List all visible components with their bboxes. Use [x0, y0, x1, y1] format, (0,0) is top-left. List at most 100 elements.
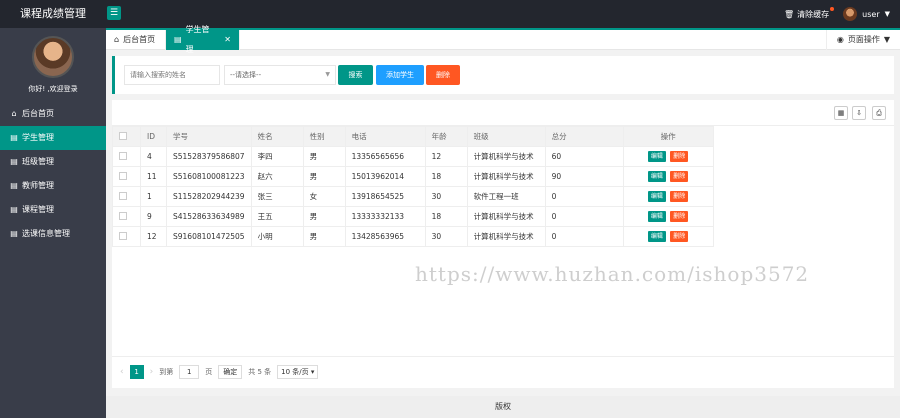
cell-student-no: S51608100081223	[166, 166, 252, 187]
cell-phone: 15013962014	[344, 166, 426, 187]
sidebar-item-courses[interactable]: ▤ 课程管理	[0, 198, 106, 222]
top-header: 课程成绩管理 ☰ 🗑 清除缓存 user ▼	[0, 0, 900, 28]
sidebar-item-teachers[interactable]: ▤ 教师管理	[0, 174, 106, 198]
cell-id: 12	[140, 226, 167, 247]
circle-dot-icon: ◉	[836, 35, 844, 44]
page-operations-dropdown[interactable]: ◉ 页面操作 ▼	[825, 30, 900, 50]
row-delete-button[interactable]: 删除	[670, 191, 689, 202]
table-row: 1 S11528202944239 张三 女 13918654525 30 软件…	[112, 186, 714, 207]
tab-home[interactable]: ⌂ 后台首页	[106, 30, 166, 50]
sidebar-item-label: 课程管理	[22, 205, 54, 214]
row-checkbox[interactable]	[112, 206, 141, 227]
row-delete-button[interactable]: 删除	[670, 151, 689, 162]
cell-class: 计算机科学与技术	[466, 206, 546, 227]
column-header: 姓名	[250, 126, 304, 147]
row-delete-button[interactable]: 删除	[670, 231, 689, 242]
sidebar-item-enrollment[interactable]: ▤ 选课信息管理	[0, 222, 106, 246]
sidebar-item-label: 选课信息管理	[22, 229, 70, 238]
sidebar-item-classes[interactable]: ▤ 班级管理	[0, 150, 106, 174]
home-icon: ⌂	[114, 35, 120, 44]
user-menu[interactable]: user ▼	[843, 7, 890, 21]
cell-name: 李四	[250, 146, 304, 167]
column-header: 操作	[622, 126, 714, 147]
total-count: 共 5 条	[248, 367, 272, 376]
avatar	[843, 7, 858, 21]
goto-label: 到第	[159, 367, 174, 376]
cell-class: 计算机科学与技术	[466, 146, 546, 167]
sidebar-item-label: 教师管理	[22, 181, 54, 190]
print-icon[interactable]: ⎙	[872, 106, 886, 120]
cell-actions: 编辑 删除	[622, 206, 714, 227]
column-header: 性别	[302, 126, 346, 147]
row-checkbox[interactable]	[112, 186, 141, 207]
trash-icon: 🗑	[784, 9, 795, 19]
edit-button[interactable]: 编辑	[647, 191, 666, 202]
column-header: 学号	[166, 126, 252, 147]
page-current[interactable]: 1	[129, 364, 144, 379]
tab-students[interactable]: ▤ 学生管理 ✕	[166, 25, 240, 54]
edit-button[interactable]: 编辑	[647, 171, 666, 182]
sidebar-item-label: 学生管理	[22, 133, 54, 142]
select-all-checkbox[interactable]	[112, 126, 141, 147]
cell-actions: 编辑 删除	[622, 226, 714, 247]
chevron-down-icon: ▼	[325, 71, 330, 78]
menu-toggle-button[interactable]: ☰	[107, 6, 121, 20]
top-right-area: 🗑 清除缓存 user ▼	[784, 0, 890, 28]
cell-gender: 男	[302, 206, 346, 227]
chevron-right-icon[interactable]: ›	[150, 367, 154, 377]
edit-button[interactable]: 编辑	[647, 231, 666, 242]
cell-name: 王五	[250, 206, 304, 227]
column-header: 班级	[466, 126, 546, 147]
cell-id: 11	[140, 166, 167, 187]
caret-down-icon: ▼	[883, 35, 890, 44]
goto-page-input[interactable]: 1	[179, 364, 200, 379]
welcome-text: 你好! ,欢迎登录	[28, 85, 78, 93]
app-title: 课程成绩管理	[20, 7, 86, 20]
cell-class: 软件工程一班	[466, 186, 546, 207]
edit-button[interactable]: 编辑	[647, 151, 666, 162]
cell-student-no: S11528202944239	[166, 186, 252, 207]
clear-cache-button[interactable]: 🗑 清除缓存	[784, 6, 835, 20]
edit-button[interactable]: 编辑	[647, 211, 666, 222]
row-delete-button[interactable]: 删除	[670, 171, 689, 182]
columns-filter-icon[interactable]: ▦	[834, 106, 848, 120]
cell-student-no: S91608101472505	[166, 226, 252, 247]
cell-age: 18	[424, 206, 468, 227]
column-header: 总分	[544, 126, 624, 147]
chevron-left-icon[interactable]: ‹	[120, 367, 124, 377]
class-select[interactable]: --请选择-- ▼	[224, 65, 336, 85]
goto-confirm-button[interactable]: 确定	[218, 364, 243, 379]
doc-icon: ▤	[10, 205, 18, 214]
cell-gender: 男	[302, 166, 346, 187]
row-checkbox[interactable]	[112, 166, 141, 187]
search-button[interactable]: 搜索	[338, 65, 373, 85]
cell-age: 30	[424, 226, 468, 247]
sidebar-item-students[interactable]: ▤ 学生管理	[0, 126, 106, 150]
page-size-select[interactable]: 10 条/页 ▾	[277, 364, 319, 379]
delete-button[interactable]: 删除	[426, 65, 460, 85]
search-input[interactable]	[124, 65, 220, 85]
student-table: ID 学号 姓名 性别 电话 年龄 班级 总分 操作 4 S5152837958…	[112, 126, 714, 247]
row-checkbox[interactable]	[112, 226, 141, 247]
cell-student-no: S41528633634989	[166, 206, 252, 227]
cell-score: 0	[544, 206, 624, 227]
doc-icon: ▤	[10, 181, 18, 190]
notification-dot	[830, 6, 835, 11]
cell-actions: 编辑 删除	[622, 146, 714, 167]
watermark-text: https://www.huzhan.com/ishop3572	[415, 262, 810, 286]
tab-bar: ⌂ 后台首页 ▤ 学生管理 ✕ ◉ 页面操作 ▼	[106, 25, 900, 54]
close-icon[interactable]: ✕	[224, 30, 231, 50]
row-checkbox[interactable]	[112, 146, 141, 167]
cell-name: 小明	[250, 226, 304, 247]
select-value: --请选择--	[230, 71, 262, 79]
sidebar-nav: ⌂ 后台首页 ▤ 学生管理 ▤ 班级管理 ▤ 教师管理 ▤ 课程管理 ▤ 选课信…	[0, 102, 106, 246]
add-student-button[interactable]: 添加学生	[376, 65, 424, 85]
sidebar-item-home[interactable]: ⌂ 后台首页	[0, 102, 106, 126]
row-delete-button[interactable]: 删除	[670, 211, 689, 222]
pagination: ‹ 1 › 到第 1 页 确定 共 5 条 10 条/页 ▾	[112, 356, 894, 386]
tab-label: 后台首页	[123, 35, 156, 44]
cell-score: 90	[544, 166, 624, 187]
table-toolbar: ▦ ⇩ ⎙	[112, 100, 894, 126]
cell-age: 12	[424, 146, 468, 167]
export-icon[interactable]: ⇩	[852, 106, 866, 120]
